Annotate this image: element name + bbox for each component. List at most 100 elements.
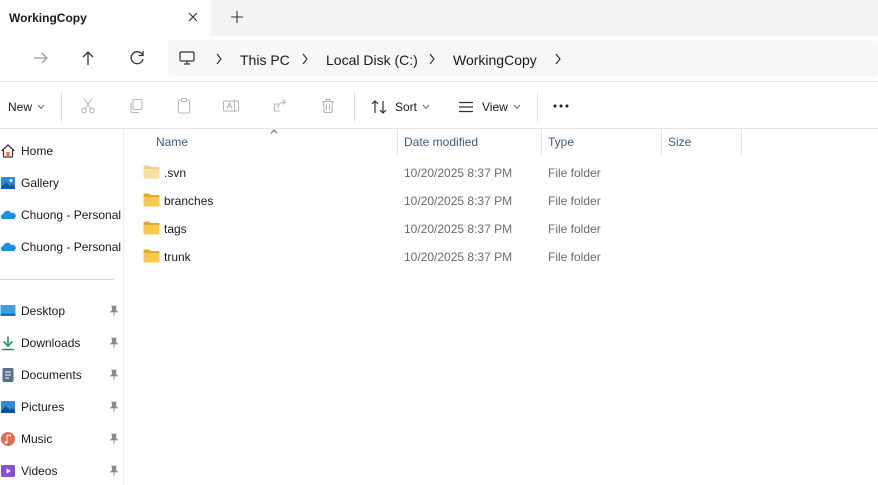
sidebar-item-label: Music [21, 432, 53, 446]
folder-icon [143, 193, 160, 207]
up-arrow-icon[interactable] [77, 47, 99, 69]
chevron-right-icon[interactable] [428, 53, 436, 65]
sidebar-item-videos[interactable]: Videos [0, 458, 124, 484]
plus-icon[interactable] [228, 8, 246, 26]
folder-icon [143, 249, 160, 263]
paste-icon[interactable] [175, 97, 193, 115]
onedrive-icon [0, 242, 16, 251]
view-list-icon [459, 101, 473, 113]
new-label: New [8, 100, 33, 114]
sidebar-item-label: Downloads [21, 336, 81, 350]
pin-icon[interactable] [108, 433, 120, 445]
sidebar-item-pictures[interactable]: Pictures [0, 394, 124, 420]
more-options-icon[interactable] [552, 97, 570, 115]
chevron-right-icon[interactable] [215, 53, 223, 65]
sidebar-item-label: Desktop [21, 304, 66, 318]
file-row[interactable]: tags 10/20/2025 8:37 PM File folder [125, 214, 878, 242]
sidebar-item-label: Documents [21, 368, 82, 382]
file-date-modified: 10/20/2025 8:37 PM [404, 194, 513, 208]
close-icon[interactable] [184, 8, 202, 26]
pin-icon[interactable] [108, 465, 120, 477]
file-name: branches [164, 194, 214, 208]
chevron-down-icon [37, 104, 45, 110]
file-name: .svn [164, 166, 187, 180]
tab-workingcopy[interactable]: WorkingCopy [0, 0, 211, 36]
computer-icon [179, 51, 195, 65]
share-icon[interactable] [271, 97, 289, 115]
breadcrumb-local-disk[interactable]: Local Disk (C:) [326, 52, 418, 68]
sidebar-item-downloads[interactable]: Downloads [0, 330, 124, 356]
tab-bar: WorkingCopy [0, 0, 878, 36]
sidebar-item-gallery[interactable]: Gallery [0, 170, 124, 196]
command-bar: New Sort View [0, 81, 878, 129]
documents-icon [2, 368, 14, 382]
pictures-icon [1, 401, 15, 413]
music-icon [1, 432, 15, 446]
sidebar-item-label: Chuong - Personal [21, 208, 122, 222]
chevron-down-icon [422, 104, 430, 110]
column-header-date-modified[interactable]: Date modified [398, 129, 542, 155]
sidebar-item-label: Chuong - Personal [21, 240, 122, 254]
file-row[interactable]: trunk 10/20/2025 8:37 PM File folder [125, 242, 878, 270]
column-label: Name [156, 135, 189, 149]
rename-icon[interactable] [222, 97, 240, 115]
desktop-icon [0, 305, 16, 316]
sidebar-item-documents[interactable]: Documents [0, 362, 124, 388]
sidebar-item-onedrive[interactable]: Chuong - Personal [0, 202, 124, 228]
cut-icon[interactable] [79, 97, 97, 115]
divider [0, 279, 114, 280]
tab-title: WorkingCopy [9, 11, 87, 25]
breadcrumb-this-pc[interactable]: This PC [240, 52, 290, 68]
refresh-icon[interactable] [126, 47, 148, 69]
column-label: Date modified [404, 135, 479, 149]
sidebar-item-desktop[interactable]: Desktop [0, 298, 124, 324]
delete-icon[interactable] [319, 97, 337, 115]
pin-icon[interactable] [108, 337, 120, 349]
folder-icon [143, 165, 160, 179]
pin-icon[interactable] [108, 305, 120, 317]
new-button[interactable]: New [8, 96, 45, 118]
forward-arrow-icon[interactable] [30, 47, 52, 69]
column-divider[interactable] [741, 129, 742, 155]
sidebar-item-home[interactable]: Home [0, 138, 124, 164]
file-type: File folder [548, 166, 601, 180]
column-label: Size [668, 135, 692, 149]
column-header-size[interactable]: Size [662, 129, 742, 155]
sidebar-item-label: Home [21, 144, 54, 158]
file-type: File folder [548, 250, 601, 264]
navigation-bar: This PC Local Disk (C:) WorkingCopy [0, 36, 878, 81]
address-bar[interactable]: This PC Local Disk (C:) WorkingCopy [168, 40, 878, 76]
column-header-name[interactable]: Name [125, 129, 398, 155]
pin-icon[interactable] [108, 401, 120, 413]
column-header-type[interactable]: Type [542, 129, 662, 155]
videos-icon [1, 465, 15, 477]
pin-icon[interactable] [108, 369, 120, 381]
file-row[interactable]: .svn 10/20/2025 8:37 PM File folder [125, 158, 878, 186]
sidebar-item-label: Videos [21, 464, 58, 478]
chevron-down-icon [513, 104, 521, 110]
file-name: trunk [164, 250, 191, 264]
chevron-right-icon[interactable] [301, 53, 309, 65]
file-list: Name Date modified Type Size .svn 10/20/… [125, 129, 878, 485]
column-label: Type [548, 135, 575, 149]
sort-label: Sort [395, 100, 418, 114]
sidebar-item-music[interactable]: Music [0, 426, 124, 452]
sort-icon [371, 100, 387, 114]
divider [537, 92, 538, 122]
divider [354, 92, 355, 122]
chevron-right-icon[interactable] [554, 53, 562, 65]
copy-icon[interactable] [127, 97, 145, 115]
breadcrumb-workingcopy[interactable]: WorkingCopy [453, 52, 537, 68]
folder-icon [143, 221, 160, 235]
file-row[interactable]: branches 10/20/2025 8:37 PM File folder [125, 186, 878, 214]
onedrive-icon [0, 210, 16, 219]
gallery-icon [1, 177, 15, 189]
sort-button[interactable]: Sort [370, 96, 430, 118]
view-button[interactable]: View [457, 96, 521, 118]
sidebar-item-onedrive[interactable]: Chuong - Personal [0, 234, 124, 260]
file-date-modified: 10/20/2025 8:37 PM [404, 222, 513, 236]
divider [61, 92, 62, 122]
home-icon [1, 144, 15, 158]
sidebar-item-label: Gallery [21, 176, 60, 190]
downloads-icon [2, 336, 14, 351]
